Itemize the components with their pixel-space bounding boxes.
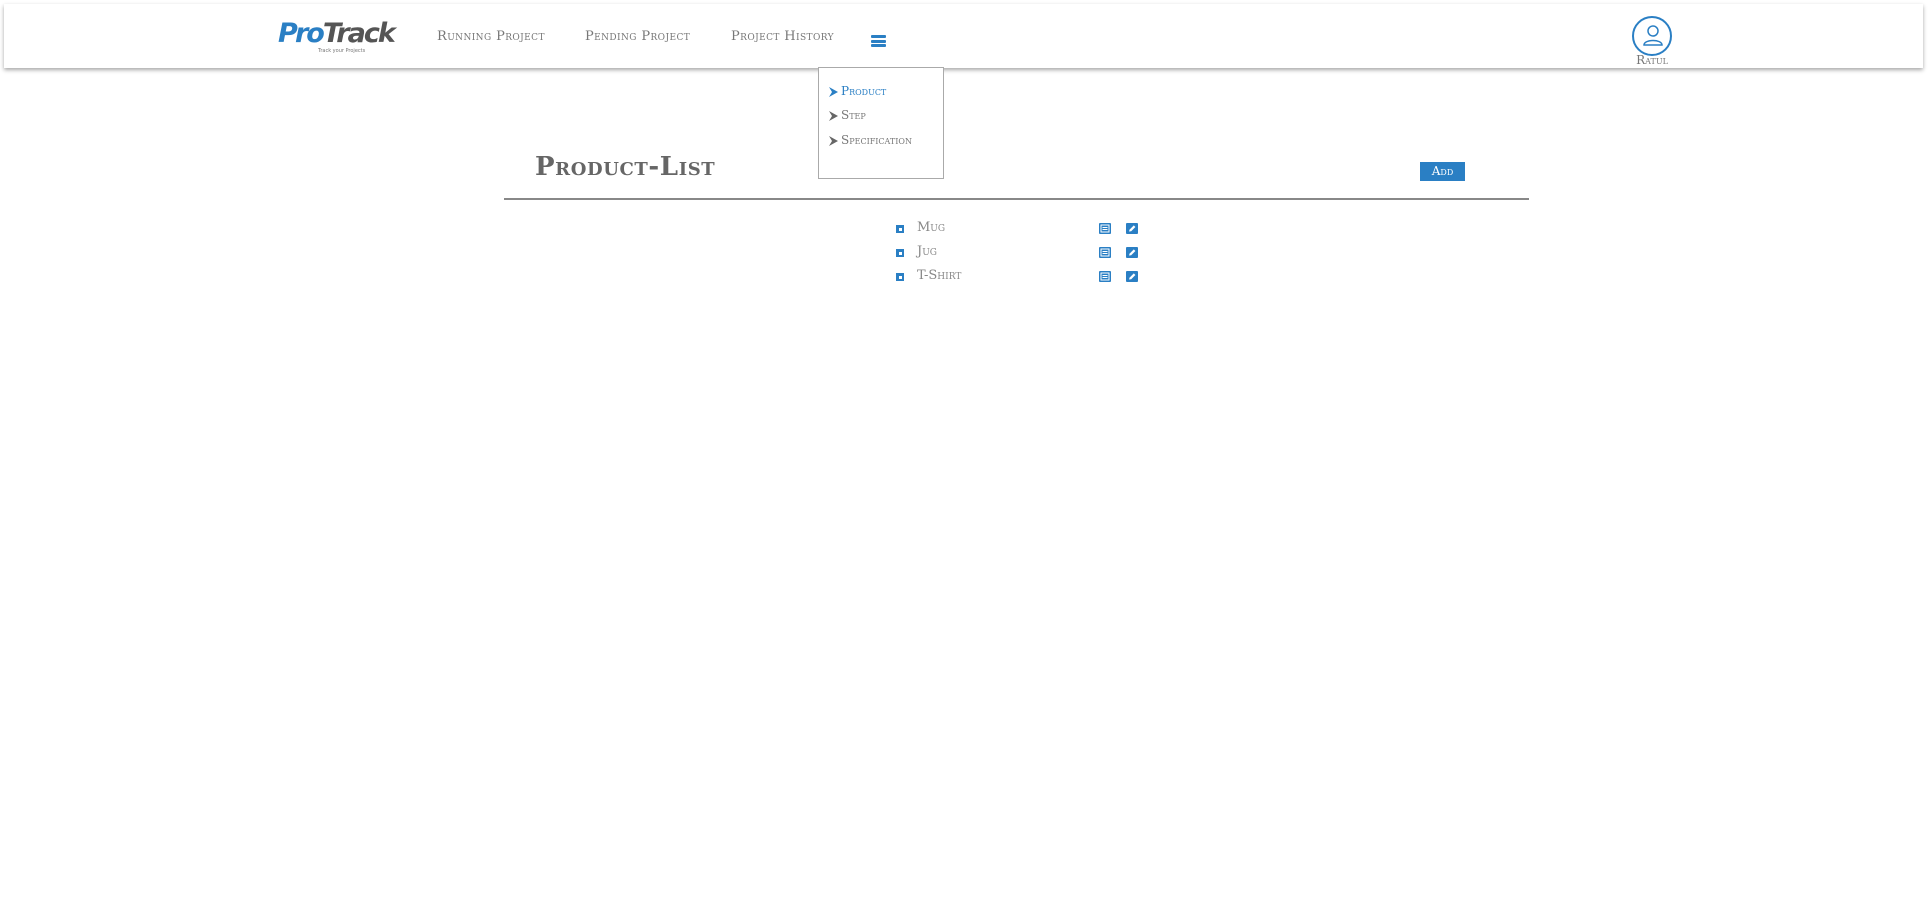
logo-tagline: Track your Projects [318,48,366,54]
product-name: Mug [917,220,946,235]
logo-wordmark: ProTrack [278,18,396,49]
page-title: Product-List [535,152,716,182]
logo-track: Track [322,18,396,49]
title-divider [504,198,1529,200]
nav-running-project[interactable]: Running Project [437,29,545,44]
nav-pending-project[interactable]: Pending Project [585,29,690,44]
add-product-button[interactable]: Add [1420,162,1465,181]
edit-icon [1129,273,1136,280]
dropdown-item-product[interactable]: Product [829,84,886,98]
settings-dropdown-menu: Product Step Specification [818,67,944,179]
dropdown-item-label: Step [841,108,866,122]
top-navbar: ProTrack Track your Projects Running Pro… [4,4,1923,68]
dropdown-item-label: Product [841,84,887,98]
edit-icon [1129,249,1136,256]
product-edit-button[interactable] [1126,223,1138,234]
bullet-icon [896,273,904,281]
user-icon [1643,25,1663,46]
product-edit-button[interactable] [1126,247,1138,258]
bullet-icon [896,249,904,257]
user-name[interactable]: Ratul [1632,53,1672,67]
product-row: Jug [896,244,1140,264]
product-details-button[interactable] [1099,247,1111,258]
dropdown-item-specification[interactable]: Specification [829,133,912,147]
product-row: T-Shirt [896,268,1140,288]
product-name: T-Shirt [917,268,962,283]
list-icon [1100,248,1110,257]
list-icon [1100,224,1110,233]
edit-icon [1129,225,1136,232]
list-icon [1100,272,1110,281]
chevron-right-icon [829,110,838,121]
bullet-icon [896,225,904,233]
nav-project-history[interactable]: Project History [731,29,834,44]
product-details-button[interactable] [1099,223,1111,234]
product-edit-button[interactable] [1126,271,1138,282]
chevron-right-icon [829,135,838,146]
dropdown-item-label: Specification [841,133,912,147]
chevron-right-icon [829,86,838,97]
logo-pro: Pro [278,18,325,49]
product-row: Mug [896,220,1140,240]
dropdown-item-step[interactable]: Step [829,108,866,122]
product-name: Jug [917,244,937,259]
user-avatar[interactable] [1632,16,1672,56]
hamburger-icon[interactable] [871,35,886,47]
protrack-logo[interactable]: ProTrack Track your Projects [278,18,396,58]
product-details-button[interactable] [1099,271,1111,282]
